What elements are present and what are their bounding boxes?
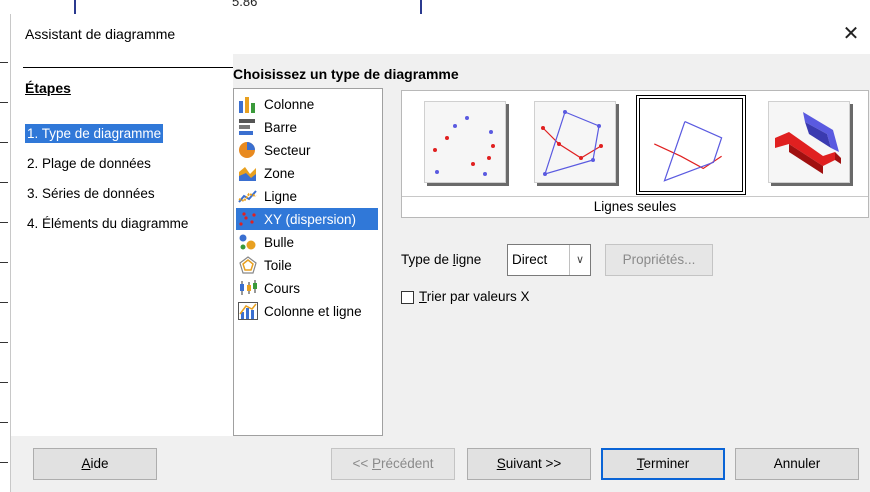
steps-divider — [23, 67, 233, 68]
chart-type-column[interactable]: Colonne — [236, 93, 378, 115]
variant-caption: Lignes seules — [402, 196, 868, 217]
steps-heading: Étapes — [25, 80, 71, 96]
chart-variant-panel: Lignes seules — [401, 90, 869, 218]
3d-lines-preview-icon — [775, 112, 841, 174]
previous-button[interactable]: << Précédent — [331, 448, 455, 480]
chart-type-label: Zone — [264, 165, 295, 181]
sort-by-x-checkbox[interactable] — [401, 291, 414, 304]
chart-type-label: Barre — [264, 119, 298, 135]
chart-wizard-dialog: Assistant de diagramme ✕ Étapes 1. Type … — [10, 14, 870, 492]
chart-type-column-and-line[interactable]: Colonne et ligne — [236, 300, 378, 322]
chart-type-label: Toile — [264, 257, 292, 273]
properties-button[interactable]: Propriétés... — [605, 244, 713, 276]
step-chart-type[interactable]: 1. Type de diagramme — [25, 124, 164, 143]
finish-button[interactable]: Terminer — [601, 448, 725, 480]
window-title: Assistant de diagramme — [25, 26, 176, 42]
chart-type-label: XY (dispersion) — [264, 211, 357, 227]
chart-type-label: Secteur — [264, 142, 311, 158]
points-and-lines-preview-icon — [541, 110, 603, 176]
chart-type-stock[interactable]: Cours — [236, 277, 378, 299]
lines-only-preview-icon — [654, 120, 723, 182]
section-title: Choisissez un type de diagramme — [233, 66, 459, 82]
variant-lines-only[interactable] — [636, 95, 746, 195]
line-type-value: Direct — [512, 252, 548, 267]
chart-type-bubble[interactable]: Bulle — [236, 231, 378, 253]
background-sheet: 5.86 — [0, 0, 870, 14]
chart-type-pie[interactable]: Secteur — [236, 139, 378, 161]
chart-type-net[interactable]: Toile — [236, 254, 378, 276]
chevron-down-icon[interactable]: ∨ — [569, 245, 590, 275]
help-button[interactable]: Aide — [33, 448, 157, 480]
variant-points-and-lines[interactable] — [534, 101, 616, 183]
chart-type-label: Colonne et ligne — [264, 303, 362, 319]
step-data-range[interactable]: 2. Plage de données — [25, 154, 153, 173]
step-chart-elements[interactable]: 4. Éléments du diagramme — [25, 214, 190, 233]
chart-type-label: Bulle — [264, 234, 295, 250]
steps-panel: Étapes 1. Type de diagramme 2. Plage de … — [11, 54, 233, 436]
line-type-label: Type de ligne — [401, 252, 482, 267]
variant-3d-lines[interactable] — [768, 101, 850, 183]
chart-type-label: Cours — [264, 280, 301, 296]
variant-points-only[interactable] — [424, 101, 506, 183]
background-cell-text: 5.86 — [232, 0, 258, 9]
chart-type-xy-scatter[interactable]: XY (dispersion) — [236, 208, 378, 230]
column-chart-icon — [239, 97, 255, 113]
bar-chart-icon — [239, 119, 255, 135]
chart-type-label: Ligne — [264, 188, 298, 204]
background-mark — [74, 0, 76, 14]
button-bar: Aide << Précédent Suivant >> Terminer An… — [11, 436, 870, 492]
background-row-ticks — [0, 0, 10, 492]
background-mark — [420, 0, 422, 14]
step-data-series[interactable]: 3. Séries de données — [25, 184, 157, 203]
sort-by-x-label[interactable]: Trier par valeurs X — [419, 289, 530, 304]
next-button[interactable]: Suivant >> — [467, 448, 591, 480]
line-chart-icon — [238, 190, 257, 203]
chart-type-bar[interactable]: Barre — [236, 116, 378, 138]
line-type-select[interactable]: Direct ∨ — [507, 244, 591, 276]
net-chart-icon — [239, 256, 257, 274]
cancel-button[interactable]: Annuler — [735, 448, 859, 480]
points-only-preview-icon — [433, 116, 495, 176]
close-icon[interactable]: ✕ — [839, 22, 863, 46]
stock-chart-icon — [240, 280, 257, 295]
xy-scatter-icon — [239, 212, 256, 226]
bubble-chart-icon — [239, 234, 256, 250]
title-bar: Assistant de diagramme ✕ — [11, 14, 870, 54]
area-chart-icon — [239, 167, 256, 181]
chart-type-list[interactable]: Colonne Barre Secteur Zone Ligne XY (dis… — [233, 88, 383, 436]
chart-type-area[interactable]: Zone — [236, 162, 378, 184]
chart-type-line[interactable]: Ligne — [236, 185, 378, 207]
column-line-chart-icon — [238, 302, 258, 320]
chart-type-label: Colonne — [264, 96, 315, 112]
pie-chart-icon — [239, 142, 255, 158]
